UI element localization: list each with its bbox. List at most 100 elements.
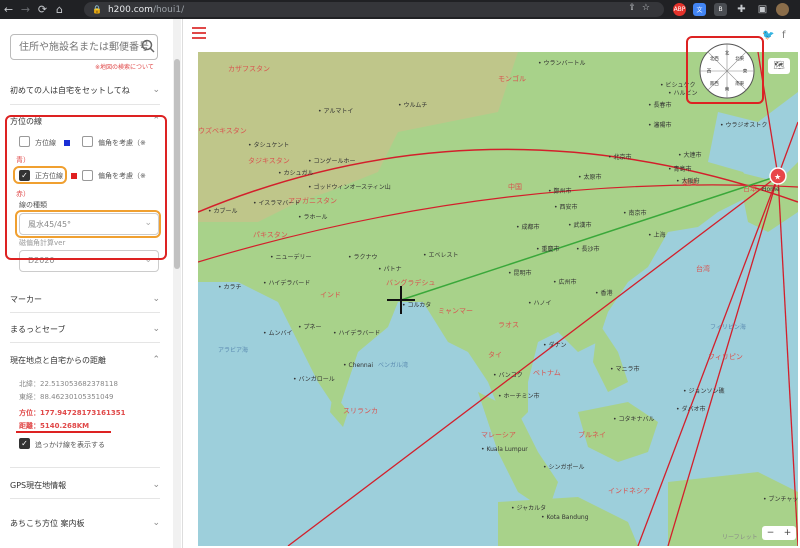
zoom-control[interactable]: − +	[762, 526, 796, 540]
guide-section[interactable]: あちこち方位 案内板 ⌄	[10, 518, 160, 529]
map-label: • コタキナバル	[613, 416, 655, 423]
sidepanel-icon[interactable]: ▣	[756, 3, 769, 16]
map-label: 中国	[508, 183, 522, 191]
map-label: タイ	[488, 351, 502, 359]
map-credit[interactable]: リーフレット	[722, 532, 758, 541]
address-bar[interactable]: 🔒 h200.com/houi1/ ⇪☆	[84, 2, 664, 17]
zoom-in-button[interactable]: +	[784, 528, 792, 538]
map-label: • マニラ市	[610, 366, 640, 373]
map-label: • 大阪府	[676, 178, 700, 185]
sidebar-scrollbar[interactable]	[173, 19, 181, 548]
map-label: • 南京市	[623, 210, 647, 217]
scrollbar-thumb[interactable]	[174, 59, 180, 269]
chevron-up-icon: ⌃	[152, 355, 160, 365]
highlight-line-type	[15, 210, 161, 238]
land-mass	[593, 322, 628, 392]
map-label: ウズベキスタン	[198, 127, 247, 135]
chevron-down-icon: ⌄	[152, 85, 160, 95]
intro-section[interactable]: 初めての人は自宅をセットしてね ⌄	[10, 85, 160, 96]
search-input[interactable]	[10, 34, 158, 60]
map-label: • ラホール	[298, 214, 328, 221]
map-label: バングラデシュ	[386, 279, 436, 287]
zoom-out-button[interactable]: −	[767, 528, 775, 538]
east-lon-value: 東経：88.46230105351049	[19, 393, 114, 401]
chevron-down-icon: ⌄	[152, 480, 160, 490]
gps-section[interactable]: GPS現在地情報 ⌄	[10, 480, 160, 491]
map-label: • バンガロール	[293, 376, 335, 383]
tracking-line-checkbox[interactable]: ✓	[19, 438, 30, 449]
highlight-direction-lines	[5, 115, 167, 260]
map-label: • ムンバイ	[263, 330, 293, 337]
avatar[interactable]	[776, 3, 789, 16]
forward-icon[interactable]: →	[17, 0, 34, 19]
back-icon[interactable]: ←	[0, 0, 17, 19]
map-label: タジキスタン	[248, 157, 290, 165]
map-label: インド	[320, 291, 341, 299]
map-label: • ブンチャック	[763, 496, 798, 503]
twitter-icon[interactable]: 🐦	[762, 30, 774, 41]
map-label: • カシュガル	[278, 170, 314, 177]
tracking-line-label: 追っかけ線を表示する	[35, 441, 105, 449]
distance-section-header[interactable]: 現在地点と自宅からの距離 ⌃	[10, 355, 160, 366]
map-layer-icon[interactable]: 🗺	[768, 58, 790, 74]
land-mass	[738, 162, 798, 232]
map-label: スリランカ	[343, 407, 378, 415]
divider	[10, 342, 160, 343]
map-label: 日本	[743, 185, 757, 193]
map-label: ブルネイ	[578, 431, 606, 439]
menu-icon[interactable]	[192, 27, 206, 39]
map-label: • コルカタ	[402, 302, 432, 309]
marutto-section[interactable]: まるっとセーブ ⌄	[10, 324, 160, 335]
map-label: • コングールホー	[308, 158, 356, 165]
url-host: h200.com	[107, 4, 153, 15]
adblock-icon[interactable]: ABP	[673, 3, 686, 16]
map-label: • プネー	[298, 324, 322, 331]
map-label: • シンガポール	[543, 464, 585, 471]
map-label: • 昆明市	[508, 270, 532, 277]
map-label: • 北京市	[608, 154, 632, 161]
map-label: • ダナン	[543, 342, 567, 349]
map-label: • ハイデラバード	[333, 330, 381, 337]
map-label: • ハノイ	[528, 300, 552, 307]
share-star-icons[interactable]: ⇪☆	[628, 3, 656, 13]
marutto-label: まるっとセーブ	[10, 325, 66, 334]
svg-text:★: ★	[774, 173, 781, 182]
map-label: • カブール	[208, 208, 238, 215]
map-label: アラビア海	[218, 347, 249, 354]
translate-icon[interactable]: 文	[693, 3, 706, 16]
map-label: • パトナ	[378, 266, 402, 273]
marker-section[interactable]: マーカー ⌄	[10, 294, 160, 305]
map-label: • ウランバートル	[538, 60, 586, 67]
map-label: • ジャカルタ	[511, 505, 547, 512]
home-icon[interactable]: ⌂	[51, 0, 68, 19]
distance-underline	[16, 431, 111, 433]
map-label: • ダバオ市	[676, 406, 706, 413]
facebook-icon[interactable]: f	[782, 30, 786, 41]
map-label: ミャンマー	[438, 307, 473, 315]
map-canvas[interactable]: ★ Home カザフスタン • ウランバートル モンゴル • ビシュケク • アルマトイ…	[198, 52, 798, 546]
map-label: • 大連市	[678, 152, 702, 159]
map-label: • 鄭州市	[548, 188, 572, 195]
marker-label: マーカー	[10, 295, 42, 304]
puzzle-icon[interactable]: ✚	[735, 3, 748, 16]
chevron-down-icon: ⌄	[152, 518, 160, 528]
search-note-link[interactable]: ※地図の検索について	[95, 62, 154, 71]
map-label: パキスタン	[253, 231, 288, 239]
reload-icon[interactable]: ⟳	[34, 0, 51, 19]
map-label: ベンガル湾	[378, 362, 409, 369]
divider	[10, 104, 160, 105]
highlight-compass	[686, 36, 764, 104]
north-lat-value: 北緯：22.513053682378118	[19, 380, 118, 388]
map-label: ベトナム	[533, 369, 561, 377]
map-label: • ウルムチ	[398, 102, 428, 109]
map-label: • 瀋陽市	[648, 122, 672, 129]
search-icon[interactable]	[141, 39, 155, 53]
lock-icon: 🔒	[92, 5, 102, 14]
guide-label: あちこち方位 案内板	[10, 519, 85, 528]
home-marker-icon: ★	[769, 167, 787, 185]
map-label: カザフスタン	[228, 65, 270, 73]
extension-icon[interactable]: B	[714, 3, 727, 16]
map-label: • 上海	[648, 232, 666, 239]
intro-label: 初めての人は自宅をセットしてね	[10, 86, 130, 95]
distance-section-title: 現在地点と自宅からの距離	[10, 356, 106, 365]
